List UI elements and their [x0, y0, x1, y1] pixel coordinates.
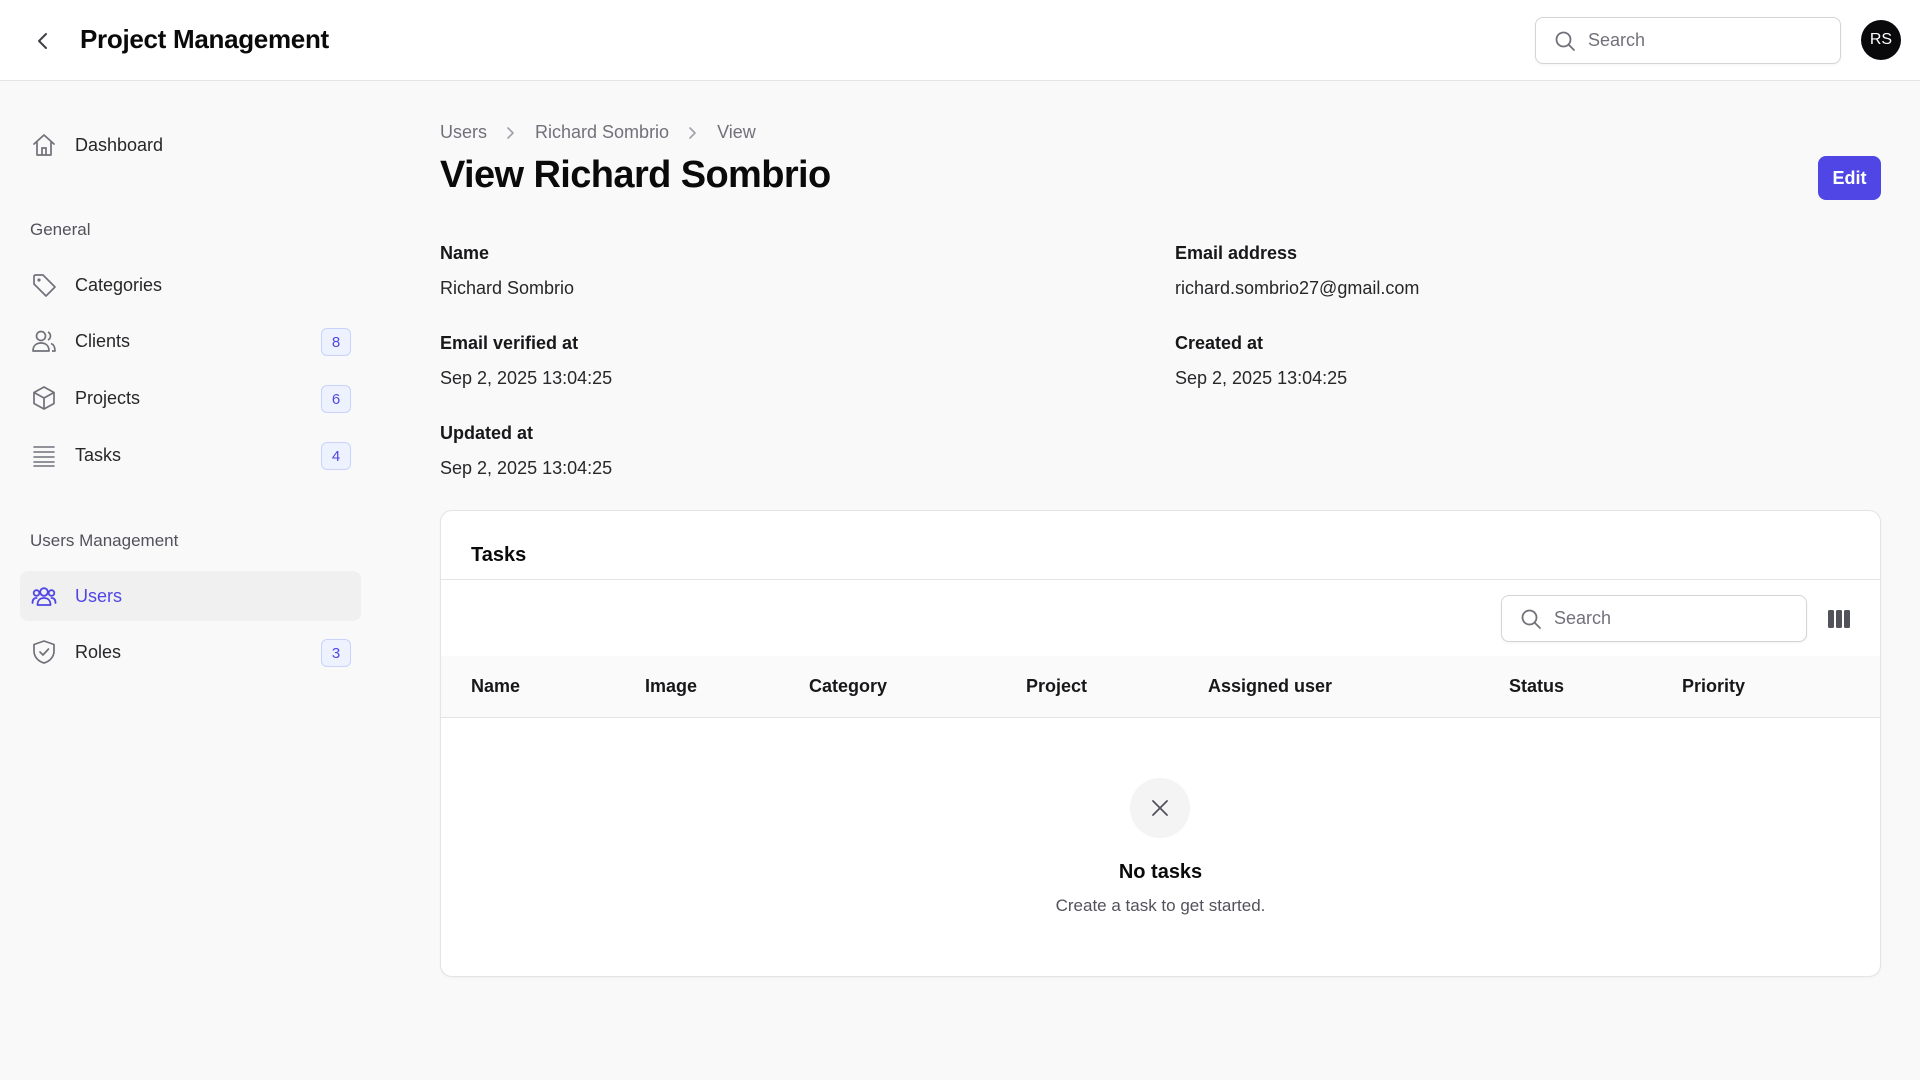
email-value: richard.sombrio27@gmail.com [1175, 278, 1420, 298]
column-header-name[interactable]: Name [471, 676, 520, 697]
chevron-left-icon [38, 33, 47, 49]
global-search-input[interactable] [1588, 30, 1808, 51]
email-verified-label: Email verified at [440, 333, 579, 353]
sidebar-item-label: Categories [75, 274, 163, 295]
columns-icon [1828, 610, 1850, 628]
user-group-icon [30, 582, 58, 610]
nav-group-general: General [30, 220, 91, 239]
empty-state-title: No tasks [1118, 861, 1203, 883]
sidebar-item-categories[interactable]: Categories [20, 260, 361, 310]
breadcrumb: Users Richard Sombrio View [440, 122, 756, 143]
count-badge: 4 [321, 442, 351, 470]
sidebar-item-label: Roles [75, 641, 122, 662]
table-header: Name Image Category Project Assigned use… [441, 656, 1880, 717]
sidebar-item-roles[interactable]: Roles 3 [20, 627, 361, 677]
nav-group-users-management: Users Management [30, 531, 179, 550]
column-toggle-button[interactable] [1825, 606, 1853, 632]
sidebar-item-clients[interactable]: Clients 8 [20, 316, 361, 366]
list-icon [30, 441, 58, 469]
top-bar: Project Management RS [0, 0, 1920, 81]
chevron-right-icon [505, 126, 517, 140]
breadcrumb-link-users[interactable]: Users [440, 122, 487, 143]
user-avatar[interactable]: RS [1861, 20, 1901, 60]
count-badge: 6 [321, 385, 351, 413]
chevron-right-icon [687, 126, 699, 140]
column-header-status[interactable]: Status [1509, 676, 1564, 697]
breadcrumb-link-user[interactable]: Richard Sombrio [535, 122, 669, 143]
sidebar-item-label: Clients [75, 330, 131, 351]
count-badge: 3 [321, 639, 351, 667]
close-icon [1152, 800, 1168, 816]
users-icon [30, 327, 58, 355]
sidebar-item-tasks[interactable]: Tasks 4 [20, 430, 361, 480]
sidebar-item-users[interactable]: Users [20, 571, 361, 621]
table-search-input[interactable] [1554, 608, 1774, 629]
table-search[interactable] [1501, 595, 1807, 642]
column-header-image[interactable]: Image [645, 676, 697, 697]
sidebar-item-dashboard[interactable]: Dashboard [20, 120, 361, 170]
global-search[interactable] [1535, 17, 1841, 64]
sidebar-item-label: Users [75, 585, 123, 606]
sidebar: Dashboard General Categories Clients 8 P… [0, 82, 380, 1080]
count-badge: 8 [321, 328, 351, 356]
column-header-project[interactable]: Project [1026, 676, 1087, 697]
sidebar-item-label: Projects [75, 387, 141, 408]
home-icon [30, 131, 58, 159]
updated-at-label: Updated at [440, 423, 534, 443]
column-header-category[interactable]: Category [809, 676, 887, 697]
search-icon [1555, 31, 1575, 51]
back-button[interactable] [28, 26, 58, 56]
name-value: Richard Sombrio [440, 278, 575, 298]
email-label: Email address [1175, 243, 1298, 263]
page-title: View Richard Sombrio [440, 154, 831, 196]
edit-button[interactable]: Edit [1818, 156, 1881, 200]
column-header-assigned-user[interactable]: Assigned user [1208, 676, 1332, 697]
sidebar-item-projects[interactable]: Projects 6 [20, 373, 361, 423]
tasks-card: Tasks Name Image Category Project Assign… [440, 510, 1881, 977]
app-title: Project Management [80, 24, 329, 54]
created-at-label: Created at [1175, 333, 1264, 353]
empty-state-subtitle: Create a task to get started. [1055, 896, 1266, 915]
updated-at-value: Sep 2, 2025 13:04:25 [440, 458, 613, 478]
breadcrumb-current: View [717, 122, 756, 142]
name-label: Name [440, 243, 490, 263]
sidebar-item-label: Tasks [75, 444, 122, 465]
tasks-card-title: Tasks [471, 544, 527, 566]
empty-state-icon [1130, 778, 1190, 838]
tag-icon [30, 271, 58, 299]
divider [441, 717, 1880, 718]
search-icon [1521, 609, 1541, 629]
shield-check-icon [30, 638, 58, 666]
created-at-value: Sep 2, 2025 13:04:25 [1175, 368, 1348, 388]
sidebar-item-label: Dashboard [75, 134, 164, 155]
divider [441, 579, 1880, 580]
email-verified-value: Sep 2, 2025 13:04:25 [440, 368, 613, 388]
column-header-priority[interactable]: Priority [1682, 676, 1745, 697]
cube-icon [30, 384, 58, 412]
